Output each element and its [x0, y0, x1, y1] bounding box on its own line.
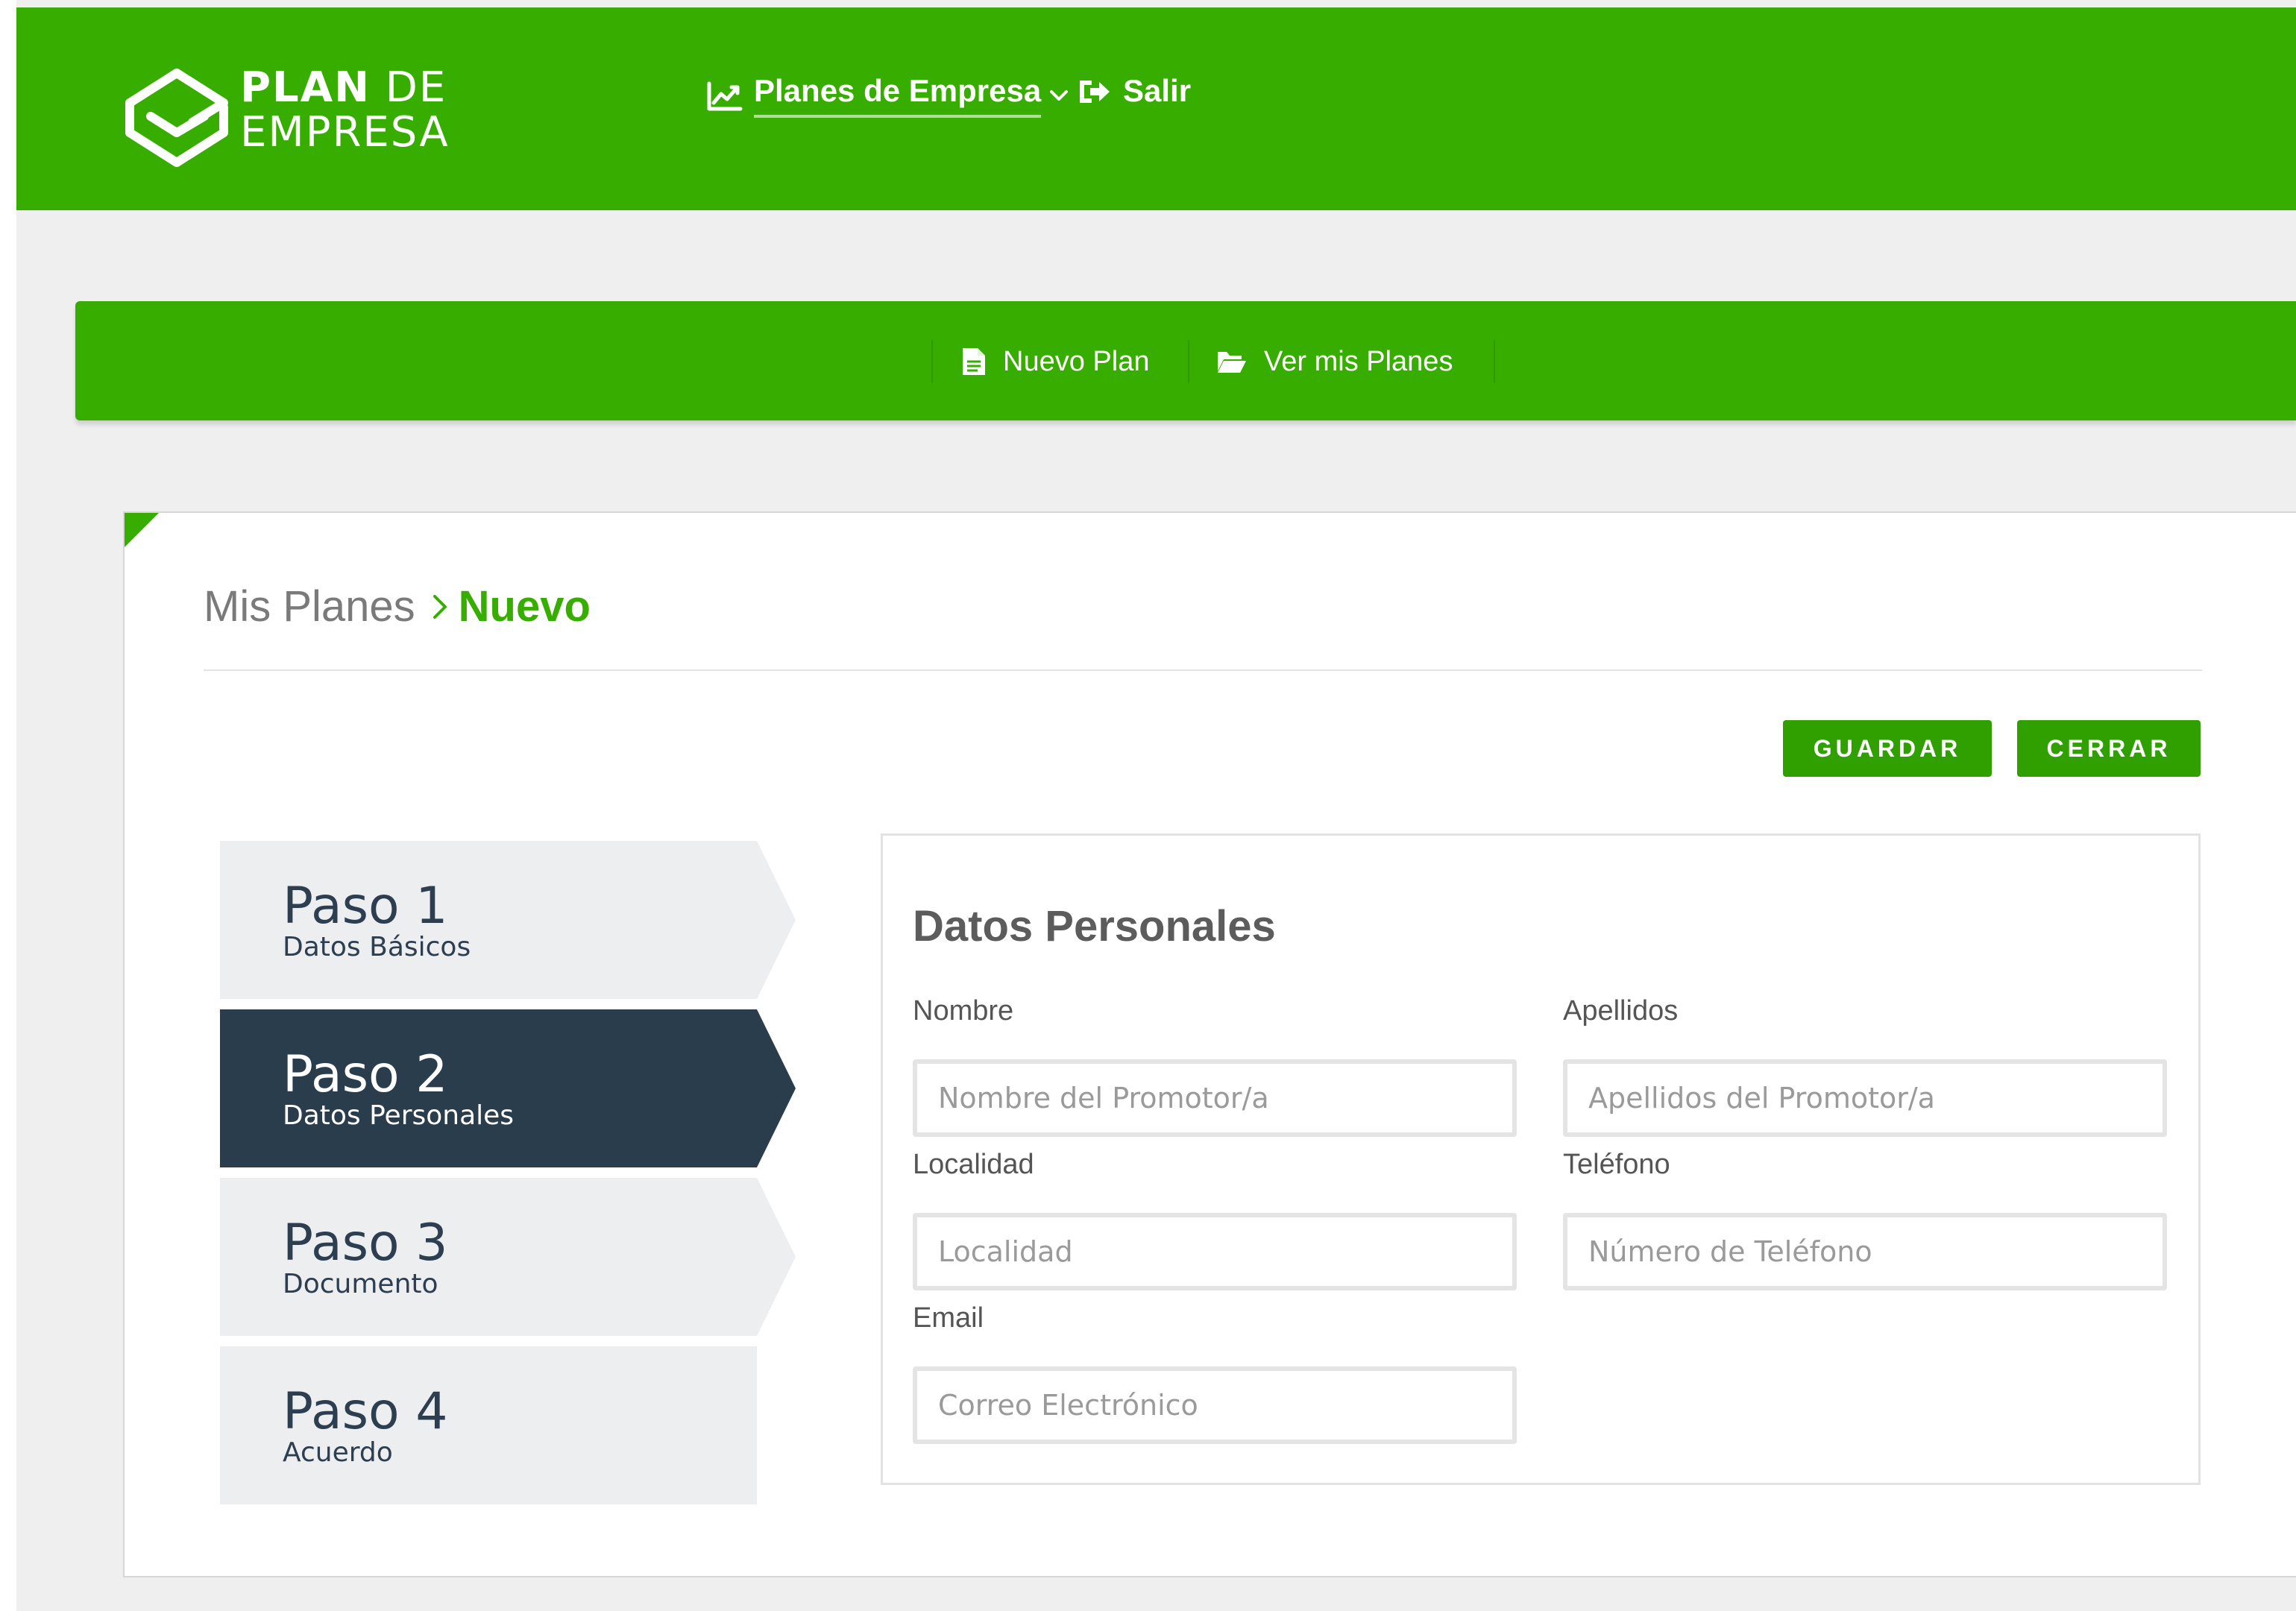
step-3-title: Paso 3 — [283, 1214, 448, 1273]
email-label: Email — [913, 1302, 984, 1334]
top-navbar: PLAN DE EMPRESA Planes de Empresa Salir — [16, 7, 2296, 210]
toolbar-divider — [1494, 340, 1495, 383]
toolbar-divider — [931, 340, 933, 383]
datos-personales-panel: Datos Personales Nombre Apellidos Locali… — [881, 833, 2201, 1485]
nav-planes-dropdown[interactable]: Planes de Empresa — [706, 73, 1069, 118]
nuevo-plan-label: Nuevo Plan — [1003, 345, 1150, 377]
step-4-subtitle: Acuerdo — [283, 1437, 393, 1468]
breadcrumb: Mis Planes Nuevo — [204, 581, 591, 631]
line-chart-icon — [707, 81, 743, 111]
apellidos-label: Apellidos — [1563, 995, 1679, 1027]
guardar-button[interactable]: GUARDAR — [1783, 720, 1992, 777]
localidad-input[interactable] — [913, 1213, 1517, 1290]
breadcrumb-current: Nuevo — [458, 582, 591, 631]
cerrar-button[interactable]: CERRAR — [2017, 720, 2201, 777]
step-arrow — [757, 1178, 796, 1336]
chevron-right-icon — [433, 594, 447, 619]
apellidos-input[interactable] — [1563, 1059, 2167, 1137]
ver-mis-planes-button[interactable]: Ver mis Planes — [1216, 340, 1453, 383]
step-2-subtitle: Datos Personales — [283, 1100, 515, 1131]
form-title: Datos Personales — [913, 902, 1276, 950]
plan-editor-card: Mis Planes Nuevo GUARDAR CERRAR Paso 1 D… — [123, 511, 2296, 1577]
sign-out-icon — [1080, 81, 1110, 103]
step-3-tab[interactable]: Paso 3 Documento — [220, 1178, 796, 1336]
plans-toolbar: Nuevo Plan Ver mis Planes — [75, 301, 2296, 420]
step-2-tab[interactable]: Paso 2 Datos Personales — [220, 1009, 796, 1167]
email-input[interactable] — [913, 1366, 1517, 1444]
telefono-input[interactable] — [1563, 1213, 2167, 1290]
nombre-label: Nombre — [913, 995, 1014, 1027]
file-icon — [963, 348, 985, 375]
nav-salir-label: Salir — [1123, 73, 1192, 108]
logo-box-icon — [125, 69, 228, 167]
window-edge — [0, 0, 16, 1611]
chevron-down-icon — [1050, 90, 1069, 101]
step-4-tab[interactable]: Paso 4 Acuerdo — [220, 1346, 757, 1504]
step-1-subtitle: Datos Básicos — [283, 932, 471, 962]
step-arrow — [757, 1009, 796, 1167]
nuevo-plan-button[interactable]: Nuevo Plan — [961, 340, 1149, 383]
card-corner-accent — [125, 513, 159, 547]
nombre-input[interactable] — [913, 1059, 1517, 1137]
ver-mis-planes-label: Ver mis Planes — [1264, 345, 1453, 377]
logo-word-de: DE — [385, 63, 447, 112]
logo-word-plan: PLAN — [240, 63, 371, 112]
step-3-subtitle: Documento — [283, 1269, 438, 1299]
telefono-label: Teléfono — [1563, 1149, 1670, 1180]
toolbar-divider — [1188, 340, 1189, 383]
breadcrumb-mis-planes[interactable]: Mis Planes — [204, 581, 415, 631]
nav-planes-label: Planes de Empresa — [754, 73, 1042, 118]
nav-salir-link[interactable]: Salir — [1075, 73, 1191, 109]
card-divider — [204, 669, 2202, 671]
step-1-tab[interactable]: Paso 1 Datos Básicos — [220, 841, 796, 999]
app: PLAN DE EMPRESA Planes de Empresa Salir … — [0, 0, 2296, 1611]
step-1-title: Paso 1 — [283, 877, 448, 936]
folder-open-icon — [1218, 352, 1246, 373]
brand-logo[interactable]: PLAN DE EMPRESA — [121, 51, 509, 177]
step-4-title: Paso 4 — [283, 1382, 448, 1441]
step-2-title: Paso 2 — [283, 1045, 448, 1104]
logo-word-empresa: EMPRESA — [240, 108, 450, 157]
localidad-label: Localidad — [913, 1149, 1034, 1180]
logo-wordmark: PLAN DE EMPRESA — [240, 66, 450, 155]
step-arrow — [757, 841, 796, 999]
